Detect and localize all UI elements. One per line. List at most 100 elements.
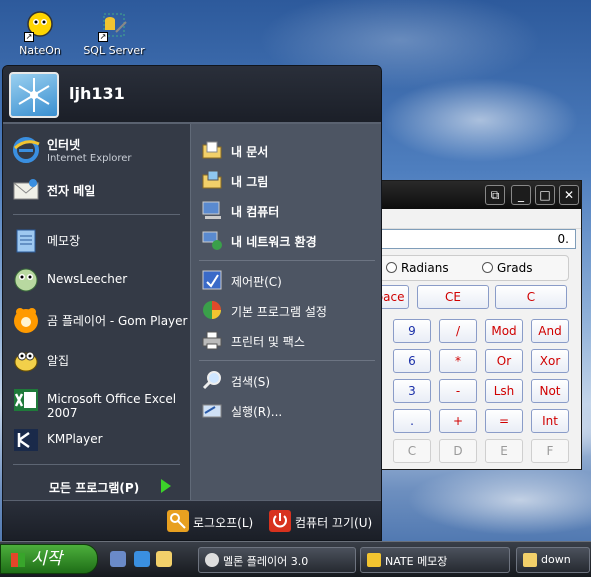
- angle-mode-group: Radians Grads: [379, 255, 569, 281]
- excel-icon: [11, 385, 41, 415]
- start-menu: ljh131 인터넷 Internet Explorer 전자 메일 메모장 N…: [2, 65, 382, 541]
- key-hex-c[interactable]: C: [393, 439, 431, 463]
- desktop-icon-label: SQL Server: [83, 44, 145, 57]
- search-icon: [201, 369, 223, 391]
- task-nate-memo[interactable]: NATE 메모장: [360, 547, 510, 573]
- recent-item-alzip[interactable]: 알집: [3, 342, 190, 378]
- printers-faxes-item[interactable]: 프린터 및 팩스: [191, 326, 381, 354]
- key-3[interactable]: 3: [393, 379, 431, 403]
- places-my-network[interactable]: 내 네트워크 환경: [191, 226, 381, 254]
- newsleecher-icon: [11, 265, 41, 295]
- desktop-icon-nateon[interactable]: ↗ NateOn: [8, 10, 72, 57]
- places-my-pictures[interactable]: 내 그림: [191, 166, 381, 194]
- control-panel-icon: [201, 269, 223, 291]
- clear-button[interactable]: C: [495, 285, 567, 309]
- key-hex-f[interactable]: F: [531, 439, 569, 463]
- start-menu-left-pane: 인터넷 Internet Explorer 전자 메일 메모장 NewsLeec…: [3, 124, 190, 500]
- task-down-folder[interactable]: down: [516, 547, 590, 573]
- start-menu-right-pane: 내 문서 내 그림 내 컴퓨터 내 네트워크 환경 제어판(C) 기본 프로그램…: [190, 124, 381, 500]
- key-subtract[interactable]: -: [439, 379, 477, 403]
- all-programs-button[interactable]: 모든 프로그램(P): [3, 470, 190, 500]
- melon-player-icon: [205, 553, 219, 567]
- start-menu-header: ljh131: [3, 66, 381, 124]
- key-xor[interactable]: Xor: [531, 349, 569, 373]
- recent-item-notepad[interactable]: 메모장: [3, 222, 190, 258]
- calculator-window: ⧉ _ □ ✕ 0. Radians Grads pace CE C 9 / M…: [371, 180, 582, 470]
- quicklaunch-internet-explorer-icon[interactable]: [134, 551, 150, 567]
- restore-icon[interactable]: ⧉: [485, 185, 505, 205]
- windows-flag-icon: [11, 553, 25, 567]
- key-decimal[interactable]: .: [393, 409, 431, 433]
- calculator-titlebar[interactable]: ⧉ _ □ ✕: [373, 181, 581, 209]
- radio-dot-icon: [386, 262, 397, 273]
- radio-grads[interactable]: Grads: [482, 261, 532, 275]
- pinned-item-internet[interactable]: 인터넷 Internet Explorer: [3, 132, 190, 168]
- printer-icon: [201, 329, 223, 351]
- maximize-icon[interactable]: □: [535, 185, 555, 205]
- search-item[interactable]: 검색(S): [191, 366, 381, 394]
- pinned-item-email[interactable]: 전자 메일: [3, 172, 190, 208]
- my-pictures-icon: [201, 169, 223, 191]
- recent-item-gom-player[interactable]: 곰 플레이어 - Gom Player: [3, 302, 190, 338]
- calculator-menubar: [373, 209, 581, 229]
- radio-radians[interactable]: Radians: [386, 261, 449, 275]
- shortcut-arrow-icon: ↗: [98, 32, 108, 42]
- places-my-documents[interactable]: 내 문서: [191, 136, 381, 164]
- key-mod[interactable]: Mod: [485, 319, 523, 343]
- quicklaunch-desktop-icon[interactable]: [110, 551, 126, 567]
- key-add[interactable]: +: [439, 409, 477, 433]
- desktop-icon-label: NateOn: [19, 44, 61, 57]
- start-button[interactable]: 시작: [0, 544, 98, 574]
- key-equals[interactable]: =: [485, 409, 523, 433]
- default-programs-icon: [201, 299, 223, 321]
- radio-dot-icon: [482, 262, 493, 273]
- power-icon: [269, 510, 291, 532]
- quicklaunch-folder-icon[interactable]: [156, 551, 172, 567]
- places-my-computer[interactable]: 내 컴퓨터: [191, 196, 381, 224]
- divider: [13, 214, 180, 215]
- recent-item-excel[interactable]: Microsoft Office Excel 2007: [3, 382, 190, 420]
- shortcut-arrow-icon: ↗: [24, 32, 34, 42]
- nateon-icon: ↗: [24, 10, 56, 42]
- key-hex-e[interactable]: E: [485, 439, 523, 463]
- sql-server-icon: ↗: [98, 10, 130, 42]
- calculator-display: 0.: [379, 229, 576, 249]
- recent-item-newsleecher[interactable]: NewsLeecher: [3, 262, 190, 298]
- desktop-icon-sql-server[interactable]: ↗ SQL Server: [82, 10, 146, 57]
- key-lsh[interactable]: Lsh: [485, 379, 523, 403]
- folder-icon: [523, 553, 537, 567]
- key-and[interactable]: And: [531, 319, 569, 343]
- my-documents-icon: [201, 139, 223, 161]
- key-6[interactable]: 6: [393, 349, 431, 373]
- start-menu-footer: 로그오프(L) 컴퓨터 끄기(U): [3, 500, 381, 540]
- run-item[interactable]: 실행(R)...: [191, 396, 381, 424]
- default-programs-item[interactable]: 기본 프로그램 설정: [191, 296, 381, 324]
- internet-explorer-icon: [11, 135, 41, 165]
- key-not[interactable]: Not: [531, 379, 569, 403]
- arrow-right-icon: [161, 479, 171, 493]
- user-name: ljh131: [69, 84, 125, 103]
- alzip-icon: [11, 345, 41, 375]
- kmplayer-icon: [11, 425, 41, 455]
- my-computer-icon: [201, 199, 223, 221]
- minimize-icon[interactable]: _: [511, 185, 531, 205]
- key-divide[interactable]: /: [439, 319, 477, 343]
- nate-memo-icon: [367, 553, 381, 567]
- key-int[interactable]: Int: [531, 409, 569, 433]
- divider: [13, 464, 180, 465]
- run-icon: [201, 399, 223, 421]
- key-multiply[interactable]: *: [439, 349, 477, 373]
- key-9[interactable]: 9: [393, 319, 431, 343]
- key-icon: [167, 510, 189, 532]
- ce-button[interactable]: CE: [417, 285, 489, 309]
- key-hex-d[interactable]: D: [439, 439, 477, 463]
- close-icon[interactable]: ✕: [559, 185, 579, 205]
- snowflake-avatar-icon[interactable]: [9, 72, 59, 118]
- divider: [199, 360, 375, 361]
- key-or[interactable]: Or: [485, 349, 523, 373]
- task-melon-player[interactable]: 멜론 플레이어 3.0: [198, 547, 356, 573]
- gom-player-icon: [11, 305, 41, 335]
- control-panel-item[interactable]: 제어판(C): [191, 266, 381, 294]
- recent-item-kmplayer[interactable]: KMPlayer: [3, 422, 190, 458]
- divider: [199, 260, 375, 261]
